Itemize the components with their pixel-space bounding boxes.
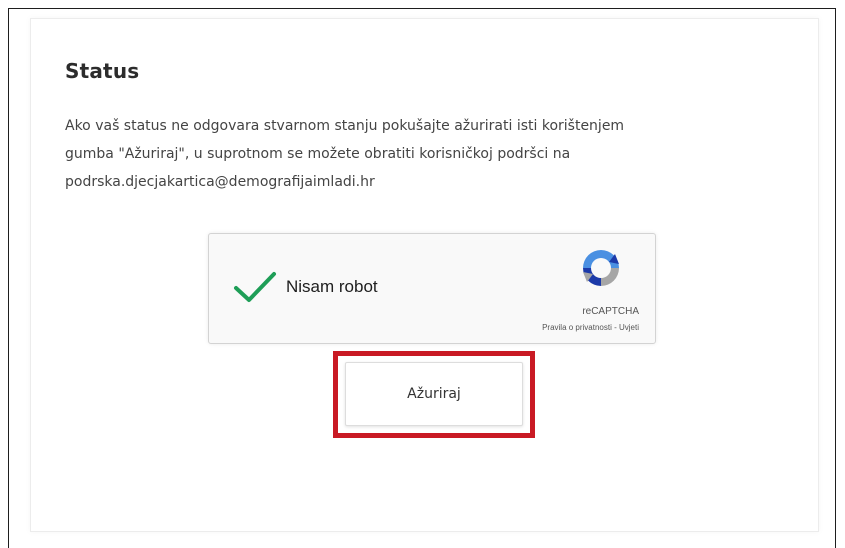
status-description-line: Ako vaš status ne odgovara stvarnom stan… [65, 118, 625, 134]
status-title: Status [65, 59, 140, 83]
update-button[interactable]: Ažuriraj [345, 362, 523, 426]
terms-link[interactable]: Uvjeti [619, 323, 639, 332]
status-description-line: gumba "Ažuriraj", u suprotnom se možete … [65, 146, 571, 162]
link-separator: - [611, 323, 619, 332]
privacy-link[interactable]: Pravila o privatnosti [542, 323, 612, 332]
checkmark-icon[interactable] [233, 270, 277, 304]
support-email: podrska.djecjakartica@demografijaimladi.… [65, 174, 375, 190]
status-description: Ako vaš status ne odgovara stvarnom stan… [65, 112, 815, 196]
recaptcha-label: Nisam robot [286, 277, 378, 296]
recaptcha-widget: Nisam robot reCAPTCHA Pravila o privatno… [208, 233, 656, 344]
recaptcha-brand: reCAPTCHA [582, 306, 639, 317]
recaptcha-links: Pravila o privatnosti - Uvjeti [542, 323, 639, 332]
recaptcha-logo-icon [583, 250, 619, 286]
